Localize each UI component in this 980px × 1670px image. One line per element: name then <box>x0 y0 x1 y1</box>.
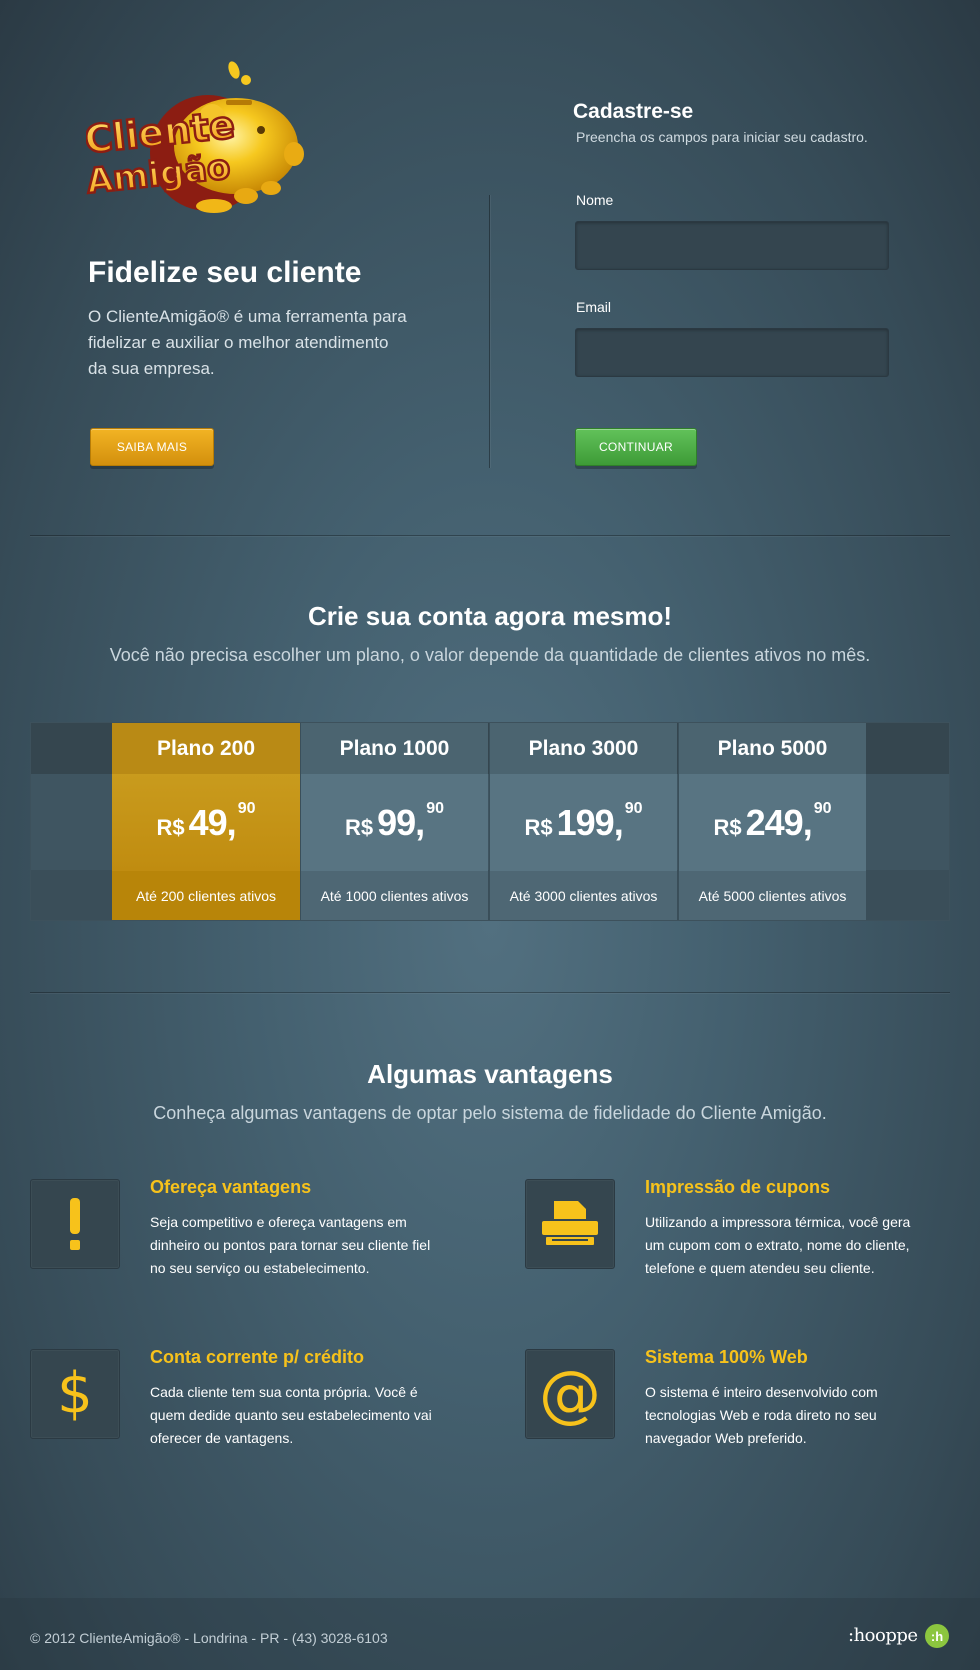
footer-copyright: © 2012 ClienteAmigão® - Londrina - PR - … <box>30 1630 388 1646</box>
plan-name: Plano 3000 <box>490 723 677 774</box>
continuar-button[interactable]: CONTINUAR <box>575 428 697 466</box>
name-label: Nome <box>576 192 614 208</box>
hero-description: O ClienteAmigão® é uma ferramenta para f… <box>88 307 407 378</box>
plan-description: Até 3000 clientes ativos <box>490 871 677 920</box>
advantages-subtitle: Conheça algumas vantagens de optar pelo … <box>153 1103 827 1123</box>
signup-title: Cadastre-se <box>573 100 694 123</box>
page: Cliente Amigão Fidelize seu cliente O Cl… <box>0 0 980 1670</box>
saiba-mais-button[interactable]: SAIBA MAIS <box>90 428 214 466</box>
advantage-text: Cada cliente tem sua conta própria. Você… <box>150 1384 432 1446</box>
section-divider <box>30 992 950 993</box>
section-divider <box>30 535 950 536</box>
name-input[interactable] <box>575 221 889 270</box>
plan-price: R$ 199, 90 <box>490 774 677 871</box>
exclamation-icon <box>70 1198 80 1250</box>
plan-card-5000[interactable]: Plano 5000 R$ 249, 90 Até 5000 clientes at… <box>678 723 866 920</box>
dollar-icon: $ <box>57 1361 93 1426</box>
plan-name: Plano 200 <box>112 723 300 774</box>
hooppe-logo-icon[interactable]: :h <box>925 1624 949 1648</box>
advantage-title: Impressão de cupons <box>645 1177 831 1197</box>
email-input[interactable] <box>575 328 889 377</box>
signup-subtitle: Preencha os campos para iniciar seu cada… <box>576 129 868 145</box>
advantages-title: Algumas vantagens <box>367 1059 613 1089</box>
hooppe-brand-link[interactable]: :hooppe <box>848 1625 918 1646</box>
plan-description: Até 1000 clientes ativos <box>301 871 488 920</box>
advantage-icon-box: $ <box>30 1349 120 1439</box>
at-icon: @ <box>539 1357 601 1430</box>
plans-title: Crie sua conta agora mesmo! <box>307 601 673 631</box>
advantage-text: Seja competitivo e ofereça vantagens em … <box>150 1214 431 1276</box>
plan-price: R$ 49, 90 <box>112 774 300 871</box>
plan-description: Até 5000 clientes ativos <box>679 871 866 920</box>
plan-card-200[interactable]: Plano 200 R$ 49, 90 Até 200 clientes ativo… <box>112 723 300 920</box>
plan-description: Até 200 clientes ativos <box>112 871 300 920</box>
advantage-icon-box <box>525 1179 615 1269</box>
advantage-title: Ofereça vantagens <box>150 1177 312 1197</box>
advantage-title: Sistema 100% Web <box>645 1347 808 1367</box>
advantage-text: O sistema é inteiro desenvolvido com tec… <box>645 1384 878 1446</box>
plan-price: R$ 99, 90 <box>301 774 488 871</box>
plan-price: R$ 249, 90 <box>679 774 866 871</box>
hero-title: Fidelize seu cliente <box>88 256 362 289</box>
vertical-divider <box>489 195 490 468</box>
advantage-icon-box <box>30 1179 120 1269</box>
plans-table: Plano 200 R$ 49, 90 Até 200 clientes ativo… <box>30 722 950 921</box>
plan-card-1000[interactable]: Plano 1000 R$ 99, 90 Até 1000 clientes ati… <box>300 723 488 920</box>
email-label: Email <box>576 299 612 315</box>
advantage-title: Conta corrente p/ crédito <box>150 1347 365 1367</box>
advantage-icon-box: @ <box>525 1349 615 1439</box>
plan-name: Plano 5000 <box>679 723 866 774</box>
cliente-amigao-logo[interactable]: Cliente Amigão <box>86 58 316 223</box>
plan-name: Plano 1000 <box>301 723 488 774</box>
printer-icon <box>542 1201 598 1245</box>
plans-subtitle: Você não precisa escolher um plano, o va… <box>109 645 871 665</box>
plan-card-3000[interactable]: Plano 3000 R$ 199, 90 Até 3000 clientes at… <box>489 723 677 920</box>
advantage-text: Utilizando a impressora térmica, você ge… <box>645 1214 911 1276</box>
